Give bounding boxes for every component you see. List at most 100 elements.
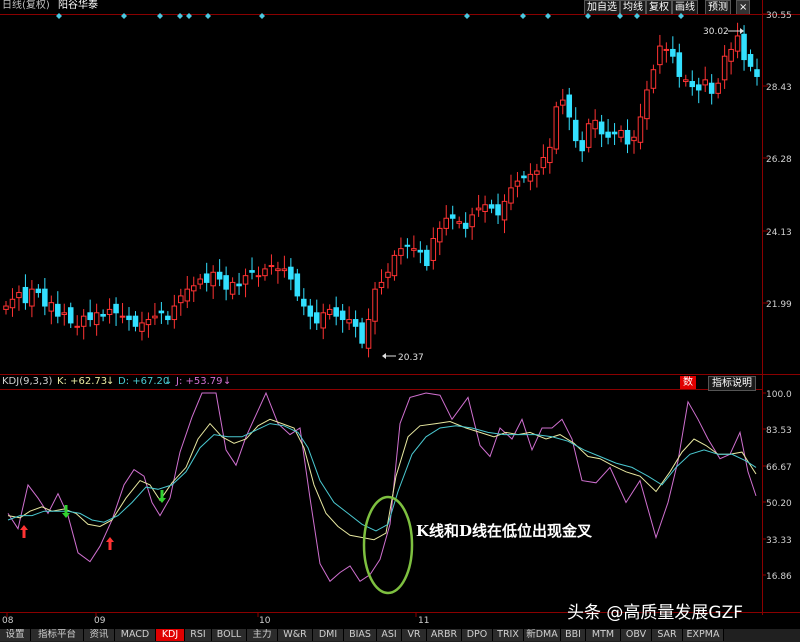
tab-sar[interactable]: SAR: [652, 629, 683, 641]
candle: [631, 136, 637, 142]
kdj-title: KDJ(9,3,3): [2, 376, 53, 387]
tab-dpo[interactable]: DPO: [462, 629, 493, 641]
candle: [605, 131, 611, 138]
kdj-j-line: [7, 391, 757, 583]
tab-arbr[interactable]: ARBR: [427, 629, 462, 641]
event-marker-icon: [259, 13, 265, 19]
candle: [663, 48, 670, 51]
price-tick: 30.55: [766, 11, 792, 21]
tab-vr[interactable]: VR: [402, 629, 427, 641]
candle: [734, 35, 741, 52]
tab-kdj[interactable]: KDJ: [156, 629, 185, 641]
event-markers[interactable]: [56, 13, 684, 19]
event-marker-icon: [205, 13, 211, 19]
candle: [359, 322, 365, 344]
candle: [126, 315, 132, 321]
tab-asi[interactable]: ASI: [377, 629, 402, 641]
tab-obv[interactable]: OBV: [621, 629, 652, 641]
event-marker-icon: [634, 13, 640, 19]
tab-dma[interactable]: 新DMA: [524, 629, 561, 641]
tab-macd[interactable]: MACD: [115, 629, 156, 641]
candle: [352, 319, 359, 327]
candle: [106, 308, 113, 315]
candle: [430, 238, 437, 261]
sell-arrow-icon: [158, 490, 166, 503]
candle: [3, 305, 9, 310]
kdj-axis: 100.0 83.53 66.67 50.20 33.33 16.86: [762, 390, 792, 582]
kdj-tick: 66.67: [766, 463, 792, 473]
candle: [437, 227, 443, 243]
tab-bias[interactable]: BIAS: [344, 629, 377, 641]
candle: [527, 173, 534, 182]
candle: [145, 319, 152, 326]
event-marker-icon: [121, 13, 127, 19]
tab-[interactable]: 资讯: [84, 629, 115, 641]
kdj-k-line: [7, 418, 757, 541]
tab-bbi[interactable]: BBI: [561, 629, 586, 641]
candle: [754, 69, 760, 77]
price-tick: 21.99: [766, 300, 792, 310]
candle: [676, 52, 683, 77]
date-tick: 11: [418, 616, 429, 626]
candle: [80, 315, 87, 327]
candle: [275, 268, 281, 272]
price-axis: 30.55 28.43 26.28 24.13 21.99: [762, 11, 792, 310]
candle: [449, 214, 456, 219]
candle: [618, 129, 624, 138]
tab-[interactable]: 主力: [247, 629, 278, 641]
candle: [624, 129, 631, 145]
candle: [411, 248, 417, 251]
tab-boll[interactable]: BOLL: [212, 629, 247, 641]
candle: [320, 312, 326, 329]
candle: [333, 307, 339, 317]
candle: [197, 278, 203, 285]
candle: [715, 82, 721, 94]
candle: [475, 207, 482, 211]
down-arrow-icon: ↓: [223, 376, 232, 387]
kdj-k-value: K: +62.73: [57, 376, 108, 387]
candle: [113, 303, 119, 314]
event-marker-icon: [617, 13, 623, 19]
candle: [158, 310, 165, 314]
tab-[interactable]: 指标平台: [31, 629, 84, 641]
candle: [365, 319, 372, 349]
candle: [398, 248, 404, 256]
date-tick: 09: [94, 616, 106, 626]
candlestick-series: [3, 22, 760, 358]
candle: [547, 146, 553, 164]
indicator-help-button[interactable]: 指标说明: [708, 376, 756, 391]
candle: [67, 307, 74, 324]
candle: [190, 285, 197, 292]
candle: [695, 84, 702, 91]
candle: [469, 214, 475, 228]
data-button[interactable]: 数: [680, 376, 696, 389]
candle: [611, 131, 618, 135]
tab-mtm[interactable]: MTM: [586, 629, 621, 641]
candle: [521, 175, 527, 179]
tab-w-r[interactable]: W&R: [278, 629, 313, 641]
event-marker-icon: [177, 13, 183, 19]
candle: [592, 119, 598, 130]
candle: [424, 249, 430, 267]
candle: [741, 33, 747, 61]
candle: [48, 302, 55, 312]
kdj-j-value: J: +53.79: [176, 376, 223, 387]
candle: [560, 99, 566, 106]
candle: [385, 271, 391, 278]
candle: [249, 270, 255, 273]
candle: [566, 94, 573, 118]
tab-trix[interactable]: TRIX: [493, 629, 524, 641]
candle: [301, 298, 307, 307]
golden-cross-annotation: K线和D线在低位出现金叉: [416, 522, 593, 540]
tab-dmi[interactable]: DMI: [313, 629, 344, 641]
candle: [288, 266, 294, 280]
tab-[interactable]: 设置: [0, 629, 31, 641]
buy-arrow-icon: [106, 537, 114, 550]
tab-rsi[interactable]: RSI: [185, 629, 212, 641]
candle: [657, 45, 663, 66]
event-marker-icon: [464, 13, 470, 19]
candle: [9, 298, 16, 309]
kdj-tick: 100.0: [766, 390, 792, 400]
candle: [495, 204, 501, 216]
tab-expma[interactable]: EXPMA: [683, 629, 724, 641]
